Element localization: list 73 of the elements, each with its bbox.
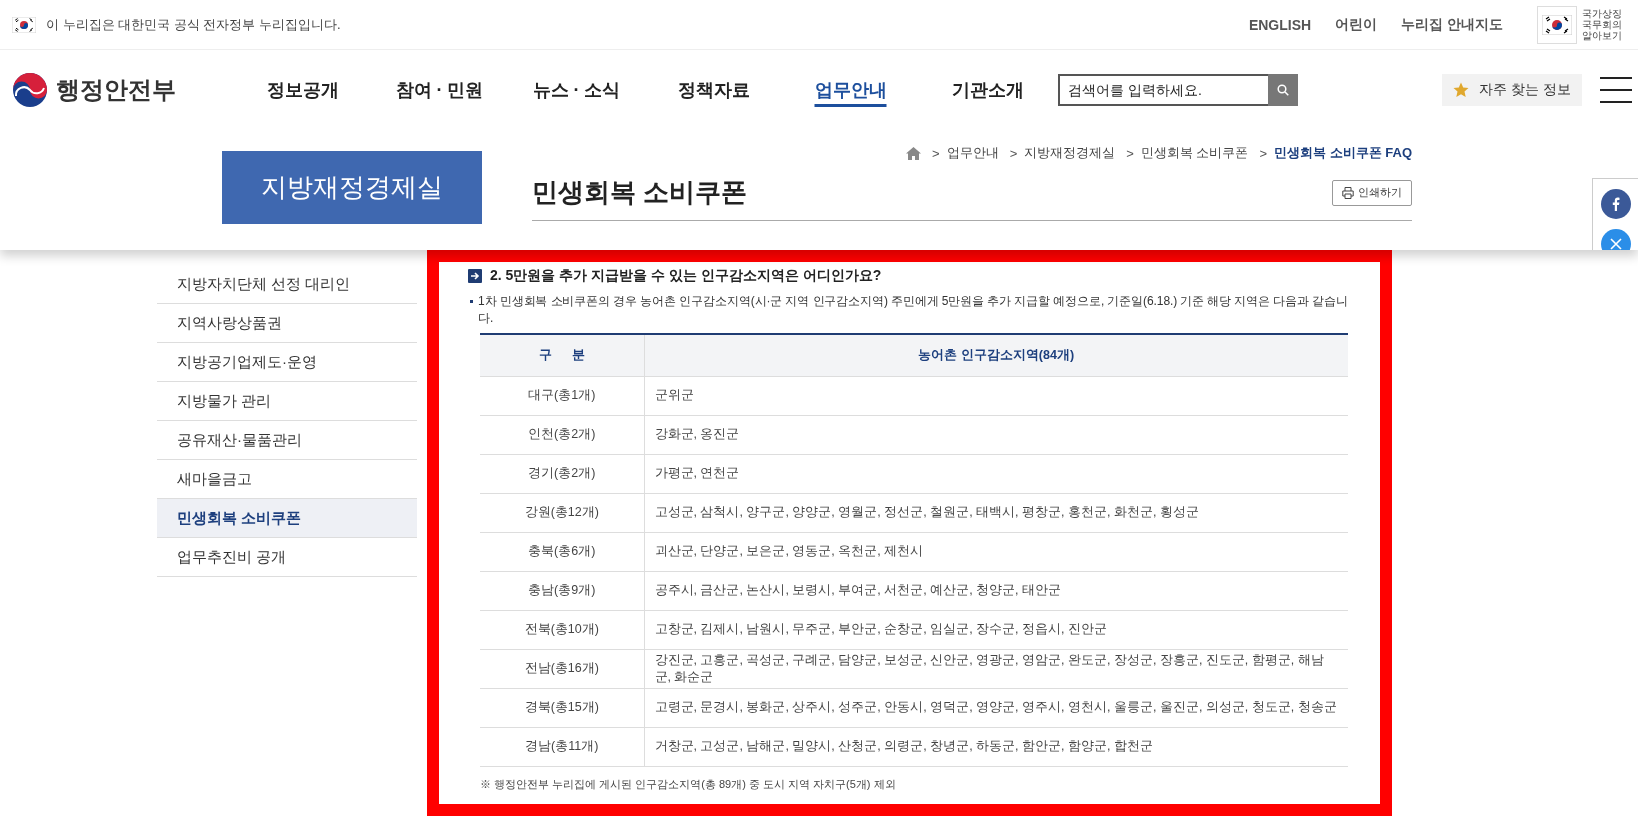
table-cell: 강진군, 고흥군, 곡성군, 구례군, 담양군, 보성군, 신안군, 영광군, 영암군, 완도군, 장성군, 장흥군, 진도군, 함평군, 해남군, 화순군	[644, 649, 1348, 688]
breadcrumb-link[interactable]: 민생회복 소비쿠폰	[1140, 144, 1249, 162]
table-cell: 전북(총10개)	[480, 610, 644, 649]
x-icon	[1609, 238, 1622, 250]
print-button[interactable]: 인쇄하기	[1332, 179, 1412, 206]
table-cell: 강화군, 옹진군	[644, 415, 1348, 454]
table-cell: 충남(총9개)	[480, 571, 644, 610]
column-header: 구 분	[480, 334, 644, 376]
breadcrumb-separator: >	[932, 145, 940, 161]
table-cell: 고창군, 김제시, 남원시, 무주군, 부안군, 순창군, 임실군, 장수군, 정읍시, 진안군	[644, 610, 1348, 649]
facebook-icon	[1611, 197, 1620, 211]
table-cell: 경북(총15개)	[480, 688, 644, 727]
flag-icon	[12, 16, 36, 33]
table-cell: 공주시, 금산군, 논산시, 보령시, 부여군, 서천군, 예산군, 청양군, 태안군	[644, 571, 1348, 610]
breadcrumb-link[interactable]: 업무안내	[946, 144, 999, 162]
sidebar-item[interactable]: 민생회복 소비쿠폰	[157, 499, 417, 538]
table-cell: 충북(총6개)	[480, 532, 644, 571]
breadcrumb-separator: >	[1009, 145, 1018, 161]
printer-icon	[1342, 186, 1354, 199]
table-cell: 고성군, 삼척시, 양구군, 양양군, 영월군, 정선군, 철원군, 태백시, 평창군, 홍천군, 화천군, 횡성군	[644, 493, 1348, 532]
menu-item[interactable]: 정보공개	[234, 72, 371, 108]
notice-text: 이 누리집은 대한민국 공식 전자정부 누리집입니다.	[46, 15, 341, 34]
menu-item[interactable]: 기관소개	[919, 72, 1056, 108]
menu-item[interactable]: 뉴스 · 소식	[508, 72, 645, 108]
sidebar-item[interactable]: 지역사랑상품권	[157, 304, 417, 343]
sidebar-item[interactable]: 지방물가 관리	[157, 382, 417, 421]
sidebar-item[interactable]: 지방자치단체 선정 대리인	[157, 265, 417, 304]
answer-text: 1차 민생회복 소비쿠폰의 경우 농어촌 인구감소지역(시·군 지역 인구감소지역) 주민에게 5만원을 추가 지급할 예정으로, 기준일(6.18.) 기준 해당 지역은 다음과 같습니다.	[478, 293, 1348, 327]
breadcrumb-link[interactable]: 지방재정경제실	[1024, 144, 1116, 162]
table-cell: 인천(총2개)	[480, 415, 644, 454]
section-title: 지방재정경제실	[222, 151, 482, 224]
table-cell: 가평군, 연천군	[644, 454, 1348, 493]
symbol-link-text[interactable]: 국가상징 국무회의 알아보기	[1582, 8, 1626, 41]
sidebar-item[interactable]: 지방공기업제도·운영	[157, 343, 417, 382]
flag-icon	[1542, 14, 1572, 35]
table-cell: 괴산군, 단양군, 보은군, 영동군, 옥천군, 제천시	[644, 532, 1348, 571]
top-link[interactable]: 어린이	[1335, 15, 1378, 34]
question-heading: 2. 5만원을 추가 지급받을 수 있는 인구감소지역은 어디인가요?	[490, 267, 882, 285]
sidebar-item[interactable]: 공유재산·물품관리	[157, 421, 417, 460]
table-cell: 군위군	[644, 376, 1348, 415]
logo-icon	[12, 72, 48, 108]
breadcrumb-separator: >	[1126, 145, 1134, 161]
home-icon	[906, 146, 922, 160]
bullet-icon	[470, 300, 473, 303]
star-icon	[1453, 82, 1470, 98]
top-link[interactable]: ENGLISH	[1248, 16, 1312, 33]
footnote-text: ※ 행정안전부 누리집에 게시된 인구감소지역(총 89개) 중 도시 지역 자치구(5개) 제외	[480, 776, 897, 792]
table-cell: 경남(총11개)	[480, 727, 644, 766]
table-cell: 강원(총12개)	[480, 493, 644, 532]
table-cell: 고령군, 문경시, 봉화군, 상주시, 성주군, 안동시, 영덕군, 영양군, 영주시, 영천시, 울릉군, 울진군, 의성군, 청도군, 청송군	[644, 688, 1348, 727]
search-field[interactable]: 검색어를 입력하세요.	[1058, 74, 1268, 106]
x-share-button[interactable]	[1600, 229, 1631, 250]
facebook-share-button[interactable]	[1600, 189, 1631, 219]
logo-text[interactable]: 행정안전부	[56, 74, 176, 106]
sidebar-item[interactable]: 업무추진비 공개	[157, 538, 417, 577]
favorites-button[interactable]: 자주 찾는 정보	[1442, 74, 1582, 106]
top-link[interactable]: 누리집 안내지도	[1401, 15, 1503, 34]
menu-item[interactable]: 업무안내	[782, 72, 919, 108]
column-header: 농어촌 인구감소지역(84개)	[644, 334, 1348, 376]
symbol-link[interactable]	[1537, 5, 1577, 44]
menu-item[interactable]: 참여 · 민원	[371, 72, 508, 108]
search-icon	[1277, 84, 1289, 96]
table-cell: 전남(총16개)	[480, 649, 644, 688]
arrow-icon	[468, 269, 482, 283]
menu-icon	[1600, 77, 1632, 103]
menu-item[interactable]: 정책자료	[645, 72, 782, 108]
table-cell: 거창군, 고성군, 남해군, 밀양시, 산청군, 의령군, 창녕군, 하동군, 함안군, 함양군, 합천군	[644, 727, 1348, 766]
search-button[interactable]	[1268, 74, 1298, 106]
table-cell: 경기(총2개)	[480, 454, 644, 493]
page-title: 민생회복 소비쿠폰	[532, 176, 748, 209]
table-cell: 대구(총1개)	[480, 376, 644, 415]
breadcrumb-link[interactable]: 민생회복 소비쿠폰 FAQ	[1274, 144, 1412, 162]
breadcrumb-separator: >	[1259, 145, 1268, 161]
